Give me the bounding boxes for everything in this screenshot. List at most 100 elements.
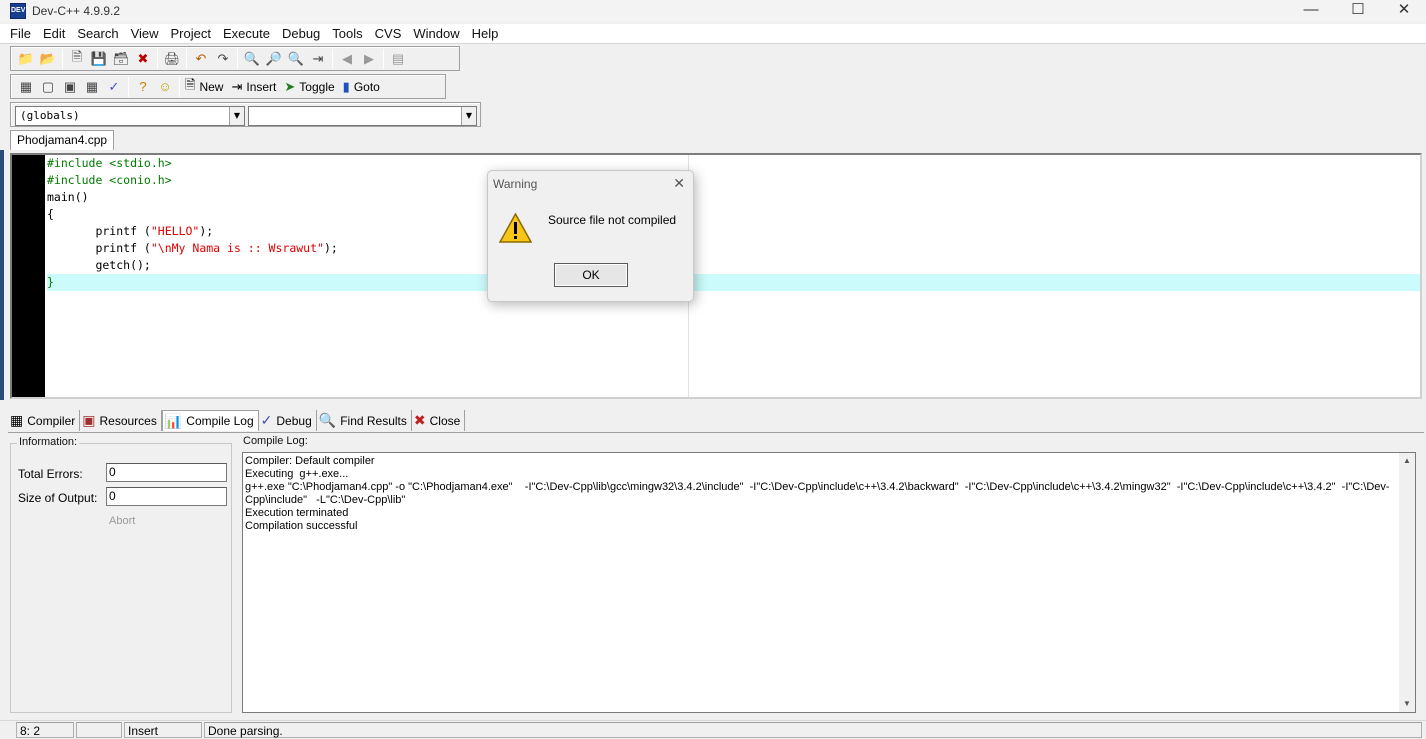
undo-icon[interactable]: ↶ bbox=[190, 48, 212, 70]
menu-file[interactable]: File bbox=[4, 24, 37, 44]
redo-icon[interactable]: ↷ bbox=[212, 48, 234, 70]
menu-cvs[interactable]: CVS bbox=[369, 24, 408, 44]
code-line[interactable]: main() bbox=[47, 189, 1420, 206]
chevron-down-icon[interactable]: ▼ bbox=[461, 107, 476, 125]
editor-gutter[interactable] bbox=[12, 155, 45, 397]
tab-debug[interactable]: ✓ Debug bbox=[259, 410, 317, 431]
toolbar-separator bbox=[179, 76, 180, 97]
code-token: main() bbox=[47, 190, 89, 204]
insert-button[interactable]: ⇥ Insert bbox=[229, 76, 282, 98]
compile-run-icon[interactable]: ▣ bbox=[59, 76, 81, 98]
print-icon[interactable]: 🖨 bbox=[161, 48, 183, 70]
code-line[interactable]: #include <stdio.h> bbox=[47, 155, 1420, 172]
tab-compile-log[interactable]: 📊 Compile Log bbox=[161, 410, 259, 431]
size-of-output-field[interactable]: 0 bbox=[106, 487, 227, 506]
goto-button[interactable]: ▮ Goto bbox=[341, 76, 386, 98]
code-line[interactable]: printf ("\nMy Nama is :: Wsrawut"); bbox=[47, 240, 1420, 257]
compile-icon[interactable]: ▦ bbox=[15, 76, 37, 98]
save-icon[interactable]: 💾 bbox=[88, 48, 110, 70]
log-line: Execution terminated bbox=[245, 507, 349, 519]
tab-resources[interactable]: ▣ Resources bbox=[80, 410, 162, 431]
close-window-button[interactable]: ✕ bbox=[1381, 0, 1426, 22]
maximize-button[interactable]: ☐ bbox=[1335, 0, 1381, 22]
replace-icon[interactable]: 🔎 bbox=[263, 48, 285, 70]
code-editor[interactable]: #include <stdio.h> #include <conio.h> main… bbox=[10, 153, 1422, 399]
menu-project[interactable]: Project bbox=[165, 24, 217, 44]
code-token: printf ( bbox=[47, 224, 151, 238]
project-options-icon[interactable]: ▤ bbox=[387, 48, 409, 70]
new-page-icon: 🗎 bbox=[185, 76, 196, 92]
minimize-button[interactable]: — bbox=[1288, 0, 1334, 22]
code-token: #include <stdio.h> bbox=[47, 156, 172, 170]
compile-log-output[interactable]: Compiler: Default compiler Executing g++… bbox=[242, 452, 1416, 713]
add-to-project-icon[interactable]: ◀ bbox=[336, 48, 358, 70]
code-token: #include <conio.h> bbox=[47, 173, 172, 187]
history-icon[interactable]: 📂 bbox=[37, 48, 59, 70]
save-all-icon[interactable]: 🗃 bbox=[110, 48, 132, 70]
member-combo[interactable]: ▼ bbox=[248, 106, 477, 126]
new-label: New bbox=[199, 79, 224, 94]
tab-find-results[interactable]: 🔍 Find Results bbox=[317, 410, 412, 431]
code-line[interactable]: { bbox=[47, 206, 1420, 223]
tab-label: Compiler bbox=[27, 413, 76, 428]
compiler-icon: ▦ bbox=[10, 412, 24, 428]
code-token: } bbox=[47, 275, 54, 289]
goto-line-icon[interactable]: ⇥ bbox=[307, 48, 329, 70]
toolbar-separator bbox=[62, 48, 63, 69]
check-syntax-icon[interactable]: ✓ bbox=[103, 76, 125, 98]
tab-label: Resources bbox=[99, 413, 157, 428]
code-line[interactable]: #include <conio.h> bbox=[47, 172, 1420, 189]
code-token: "HELLO" bbox=[150, 224, 200, 238]
menu-help[interactable]: Help bbox=[466, 24, 505, 44]
toolbar-separator bbox=[128, 76, 129, 97]
help-icon[interactable]: ? bbox=[132, 76, 154, 98]
run-icon[interactable]: ▢ bbox=[37, 76, 59, 98]
tab-compiler[interactable]: ▦ Compiler bbox=[8, 410, 81, 431]
new-bookmark-button[interactable]: 🗎 New bbox=[183, 76, 229, 98]
menu-view[interactable]: View bbox=[125, 24, 165, 44]
window-title: Dev-C++ 4.9.9.2 bbox=[32, 4, 121, 18]
log-scrollbar[interactable]: ▲ ▼ bbox=[1399, 453, 1415, 712]
dialog-message: Source file not compiled bbox=[548, 213, 677, 227]
scroll-up-icon[interactable]: ▲ bbox=[1399, 453, 1415, 469]
dialog-close-icon[interactable]: ✕ bbox=[673, 175, 685, 192]
toolbar-separator bbox=[157, 48, 158, 69]
chevron-down-icon[interactable]: ▼ bbox=[229, 107, 244, 125]
class-combo[interactable]: (globals) ▼ bbox=[15, 106, 245, 126]
code-area[interactable]: #include <stdio.h> #include <conio.h> main… bbox=[47, 155, 1420, 291]
open-project-icon[interactable]: 📁 bbox=[15, 48, 37, 70]
compile-log-title: Compile Log: bbox=[241, 435, 310, 447]
code-line[interactable]: printf ("HELLO"); bbox=[47, 223, 1420, 240]
scroll-down-icon[interactable]: ▼ bbox=[1399, 696, 1415, 712]
tab-close[interactable]: ✖ Close bbox=[412, 410, 466, 431]
insert-icon: ⇥ bbox=[231, 78, 243, 94]
new-file-icon[interactable]: 🗎 bbox=[66, 48, 88, 70]
menu-debug[interactable]: Debug bbox=[276, 24, 326, 44]
find-next-icon[interactable]: 🔍 bbox=[285, 48, 307, 70]
ok-button[interactable]: OK bbox=[554, 263, 628, 287]
menu-search[interactable]: Search bbox=[71, 24, 124, 44]
toggle-icon: ➤ bbox=[284, 78, 296, 94]
menu-window[interactable]: Window bbox=[407, 24, 465, 44]
remove-from-project-icon[interactable]: ▶ bbox=[358, 48, 380, 70]
left-edge-strip bbox=[0, 150, 4, 400]
tab-file[interactable]: Phodjaman4.cpp bbox=[10, 130, 115, 150]
code-token: printf ( bbox=[47, 241, 151, 255]
toggle-label: Toggle bbox=[299, 79, 335, 94]
menu-edit[interactable]: Edit bbox=[37, 24, 71, 44]
close-file-icon[interactable]: ✖ bbox=[132, 48, 154, 70]
size-of-output-label: Size of Output: bbox=[18, 491, 98, 505]
abort-button[interactable]: Abort bbox=[109, 515, 135, 527]
total-errors-field[interactable]: 0 bbox=[106, 463, 227, 482]
code-token: getch(); bbox=[47, 258, 151, 272]
menu-tools[interactable]: Tools bbox=[326, 24, 368, 44]
code-line[interactable]: } bbox=[47, 274, 1420, 291]
find-icon[interactable]: 🔍 bbox=[241, 48, 263, 70]
warning-dialog: Warning ✕ Source file not compiled OK bbox=[487, 170, 694, 302]
code-line[interactable]: getch(); bbox=[47, 257, 1420, 274]
toggle-button[interactable]: ➤ Toggle bbox=[282, 76, 340, 98]
menu-execute[interactable]: Execute bbox=[217, 24, 276, 44]
about-icon[interactable]: ☺ bbox=[154, 76, 176, 98]
total-errors-label: Total Errors: bbox=[18, 467, 83, 481]
rebuild-icon[interactable]: ▦ bbox=[81, 76, 103, 98]
